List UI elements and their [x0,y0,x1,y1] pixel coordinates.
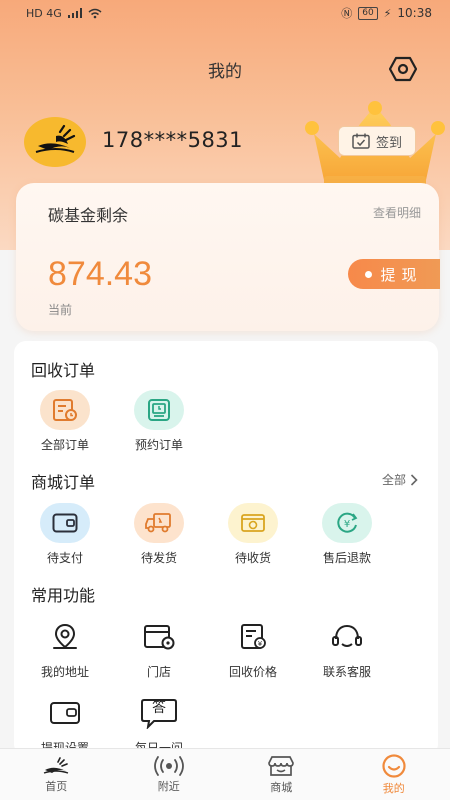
signin-button[interactable]: 签到 [338,126,416,156]
my-address-label: 我的地址 [40,665,89,679]
order-list-icon [40,390,90,430]
truck-icon [134,503,184,543]
user-phone: 178****5831 [102,128,244,152]
reserve-icon [134,390,184,430]
tab-home[interactable]: 首页 [0,749,113,800]
withdraw-settings-item[interactable]: 提现设置 [25,693,105,756]
mall-orders-all-link[interactable]: 全部 [382,471,418,488]
tab-mine[interactable]: 我的 [338,749,450,800]
battery-indicator: 60 [358,6,378,20]
carbon-fund-title: 碳基金剩余 [48,206,129,225]
wallet-icon [40,503,90,543]
refund-icon: ¥ [322,503,372,543]
svg-text:¥: ¥ [258,640,263,648]
pending-payment-label: 待支付 [46,551,83,565]
refund-label: 售后退款 [322,551,371,565]
svg-text:¥: ¥ [344,519,350,530]
signal-icon [67,8,82,18]
menu-panel: 回收订单 全部订单 预约订单 商城订单 全部 待支付 待发货 待收货 ¥ 售后退… [14,341,438,756]
common-functions-title: 常用功能 [31,586,96,605]
tab-home-label: 首页 [45,779,68,793]
reserve-orders-item[interactable]: 预约订单 [119,390,199,453]
charging-icon: ⚡ [383,6,392,20]
headset-icon [322,617,372,657]
withdraw-button[interactable]: 提现 [348,259,440,289]
withdraw-setting-icon [40,693,90,733]
network-indicator: HD 4G [26,6,62,20]
daily-question-item[interactable]: 答 每日一问 [119,693,199,756]
reserve-orders-label: 预约订单 [134,438,183,452]
tab-mall-label: 商城 [270,780,293,794]
withdraw-label: 提现 [380,265,423,284]
withdraw-dot-icon [365,270,373,278]
bottom-tab-bar: 首页 附近 商城 我的 [0,748,450,800]
title-bar: 我的 [0,52,450,86]
tab-mall[interactable]: 商城 [225,749,338,800]
signin-label: 签到 [375,135,402,151]
mall-orders-title: 商城订单 [31,473,96,492]
customer-service-item[interactable]: 联系客服 [307,617,387,680]
mall-orders-all-label: 全部 [381,473,406,487]
view-details-link[interactable]: 查看明细 [373,204,421,221]
pending-shipment-item[interactable]: 待发货 [119,503,199,566]
settings-hexagon-icon [389,56,417,82]
package-icon [228,503,278,543]
page-title: 我的 [208,61,242,82]
pending-receipt-item[interactable]: 待收货 [213,503,293,566]
broadcast-icon [153,755,184,776]
refund-item[interactable]: ¥ 售后退款 [307,503,387,566]
store-item[interactable]: 门店 [119,617,199,680]
carbon-fund-card: 碳基金剩余 查看明细 874.43 当前 提现 [16,183,440,331]
location-icon [40,617,90,657]
tab-nearby-label: 附近 [157,779,180,793]
carbon-fund-sublabel: 当前 [48,303,73,317]
wifi-icon [88,8,102,18]
smile-user-icon [382,753,406,778]
answer-icon: 答 [134,693,184,733]
home-deer-icon [44,756,69,774]
settings-button[interactable] [388,55,418,83]
shop-icon [268,755,295,776]
nfc-icon: Ⓝ [341,7,353,20]
carbon-fund-amount: 874.43 [48,255,152,293]
my-address-item[interactable]: 我的地址 [25,617,105,680]
chevron-right-icon [410,473,418,486]
answer-glyph: 答 [152,700,166,716]
clock: 10:38 [397,6,432,20]
avatar[interactable] [24,117,86,167]
pending-payment-item[interactable]: 待支付 [25,503,105,566]
customer-service-label: 联系客服 [322,665,371,679]
store-icon [134,617,184,657]
price-icon: ¥ [228,617,278,657]
all-orders-item[interactable]: 全部订单 [25,390,105,453]
recycle-orders-title: 回收订单 [31,361,96,380]
recycle-price-label: 回收价格 [228,665,277,679]
store-label: 门店 [146,665,171,679]
all-orders-label: 全部订单 [40,438,89,452]
calendar-check-icon [352,133,370,149]
status-bar: HD 4G Ⓝ 60 ⚡ 10:38 [0,0,450,26]
pending-receipt-label: 待收货 [234,551,271,565]
tab-nearby[interactable]: 附近 [113,749,226,800]
deer-logo-icon [35,124,76,153]
recycle-price-item[interactable]: ¥ 回收价格 [213,617,293,680]
pending-shipment-label: 待发货 [140,551,177,565]
tab-mine-label: 我的 [382,781,405,795]
